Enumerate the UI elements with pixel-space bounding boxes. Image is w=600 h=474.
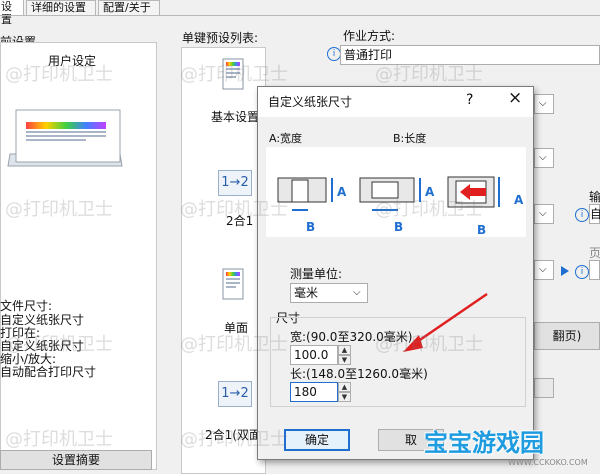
- paper-preview-icon: [7, 109, 123, 167]
- ok-button[interactable]: 确定: [284, 429, 350, 451]
- tab-config-about[interactable]: 配置/关于: [98, 0, 160, 15]
- width-spin-up[interactable]: ▲: [338, 345, 351, 355]
- length-spin-down[interactable]: ▼: [338, 392, 351, 402]
- single-side-icon[interactable]: [222, 268, 246, 302]
- summary-line-6: 自动配合打印尺寸: [0, 365, 97, 379]
- page-flip-button[interactable]: 翻页): [534, 322, 600, 350]
- two-in-one-icon[interactable]: 1→2: [218, 170, 252, 196]
- summary-line-2: 自定义纸张尺寸: [0, 313, 85, 327]
- tab-settings[interactable]: 设置: [0, 0, 24, 26]
- unit-label: 测量单位:: [290, 267, 343, 281]
- width-input[interactable]: 100.0: [290, 345, 338, 365]
- partial-field[interactable]: 自: [589, 204, 600, 224]
- partial-output-label: 输: [589, 190, 600, 204]
- preset-two-in-one[interactable]: 2合1: [226, 214, 253, 228]
- current-settings-panel: [0, 42, 157, 470]
- user-settings-label: 用户设定: [48, 54, 97, 68]
- chevron-down-icon: ⌵: [353, 287, 361, 298]
- label-width: A:宽度: [269, 132, 303, 145]
- settings-summary-button[interactable]: 设置摘要: [0, 450, 152, 470]
- marker-a-1: A: [337, 185, 347, 199]
- summary-line-5: 缩小/放大:: [0, 352, 57, 366]
- partial-page-label: 页: [589, 246, 600, 260]
- unit-dropdown[interactable]: 毫米 ⌵: [290, 283, 368, 303]
- summary-line-3: 打印在:: [0, 326, 41, 340]
- tab-detailed-settings[interactable]: 详细的设置: [26, 0, 96, 15]
- width-diagram-icon: [277, 177, 333, 211]
- label-length: B:长度: [393, 132, 427, 145]
- dropdown-edge-4[interactable]: ⌵: [534, 260, 554, 280]
- info-icon-2[interactable]: i: [575, 208, 589, 222]
- basic-settings-icon[interactable]: [222, 58, 246, 92]
- preset-list-title: 单键预设列表:: [182, 31, 259, 45]
- dropdown-edge-1[interactable]: ⌵: [534, 94, 554, 114]
- dialog-title: 自定义纸张尺寸: [268, 95, 353, 109]
- help-button[interactable]: ?: [466, 93, 473, 107]
- length-input[interactable]: 180: [290, 382, 338, 402]
- feed-direction-icon: [447, 176, 500, 208]
- info-icon[interactable]: i: [327, 47, 341, 61]
- tab-divider: [0, 15, 600, 16]
- length-diagram-icon: [359, 177, 421, 211]
- width-spin-down[interactable]: ▼: [338, 355, 351, 365]
- job-mode-label: 作业方式:: [343, 29, 396, 43]
- marker-b-2: B: [394, 220, 404, 234]
- site-logo: 宝宝游戏园 WWW.CCKOKO.COM: [424, 429, 588, 467]
- summary-line-4: 自定义纸张尺寸: [0, 339, 85, 353]
- partial-field-2[interactable]: [589, 260, 600, 280]
- marker-a-3: A: [514, 193, 524, 207]
- marker-b-3: B: [477, 223, 487, 237]
- summary-line-1: 文件尺寸:: [0, 299, 53, 313]
- info-icon-3[interactable]: i: [575, 265, 589, 279]
- dropdown-edge-5[interactable]: [534, 378, 554, 398]
- length-range-label: 长:(148.0至1260.0毫米): [290, 367, 428, 381]
- dropdown-edge-2[interactable]: ⌵: [534, 148, 554, 168]
- annotation-arrow-icon: [403, 292, 488, 352]
- marker-a-2: A: [425, 185, 435, 199]
- dropdown-edge-3[interactable]: ⌵: [534, 204, 554, 224]
- length-spin-up[interactable]: ▲: [338, 382, 351, 392]
- preset-basic-settings[interactable]: 基本设置: [211, 110, 259, 124]
- close-button[interactable]: ×: [508, 90, 522, 107]
- marker-b-1: B: [306, 220, 316, 234]
- preset-two-in-one-duplex[interactable]: 2合1(双面: [205, 428, 261, 442]
- tab-bar: 设置 详细的设置 配置/关于: [0, 0, 600, 26]
- play-icon[interactable]: [561, 266, 569, 276]
- two-in-one-duplex-icon[interactable]: 1→2: [218, 381, 252, 407]
- custom-paper-size-dialog: 自定义纸张尺寸 ? × A:宽度 B:长度 A B A B A B 测量单位: …: [257, 86, 534, 460]
- job-mode-dropdown[interactable]: 普通打印: [340, 45, 600, 65]
- preset-single-side[interactable]: 单面: [224, 321, 248, 335]
